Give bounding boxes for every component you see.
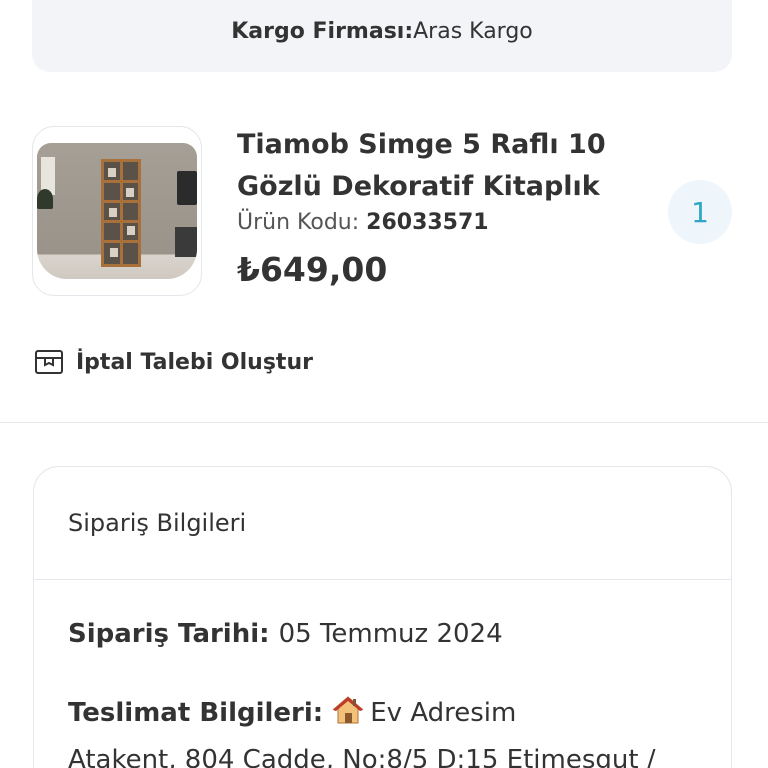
cancel-request-box-icon [35, 350, 63, 374]
cancel-request-button[interactable]: İptal Talebi Oluştur [34, 344, 313, 380]
order-info-title: Sipariş Bilgileri [68, 509, 247, 537]
shipping-company-label: Kargo Firması: [231, 19, 414, 44]
shipping-company-value: Aras Kargo [413, 19, 533, 44]
section-divider [0, 422, 768, 423]
product-price: ₺649,00 [237, 250, 388, 289]
delivery-info-value: Ev Adresim [370, 698, 517, 728]
order-date-value: 05 Temmuz 2024 [278, 619, 503, 649]
order-date-line: Sipariş Tarihi: 05 Temmuz 2024 [68, 619, 503, 649]
order-info-card: Sipariş Bilgileri Sipariş Tarihi: 05 Tem… [33, 466, 732, 768]
delivery-info-label: Teslimat Bilgileri: [68, 698, 333, 728]
product-image[interactable] [32, 126, 202, 296]
delivery-info-line: Teslimat Bilgileri: Ev Adresim [68, 695, 516, 728]
order-detail-page: Kargo Firması: Aras Kargo Tiamob Simge 5 … [0, 0, 768, 768]
quantity-badge: 1 [668, 180, 732, 244]
cancel-request-label: İptal Talebi Oluştur [76, 349, 313, 375]
order-date-label: Sipariş Tarihi: [68, 619, 279, 649]
bookshelf-photo [37, 143, 197, 279]
product-code-value: 26033571 [366, 210, 489, 235]
house-icon [332, 696, 364, 724]
card-divider [34, 579, 731, 580]
shipping-company-banner: Kargo Firması: Aras Kargo [32, 0, 732, 72]
product-code-label: Ürün Kodu: [237, 210, 367, 235]
product-title[interactable]: Tiamob Simge 5 Raflı 10 Gözlü Dekoratif … [237, 124, 617, 208]
delivery-address: Atakent, 804 Cadde, No:8/5 D:15 Etimesgu… [68, 745, 656, 768]
product-code: Ürün Kodu: 26033571 [237, 210, 489, 235]
